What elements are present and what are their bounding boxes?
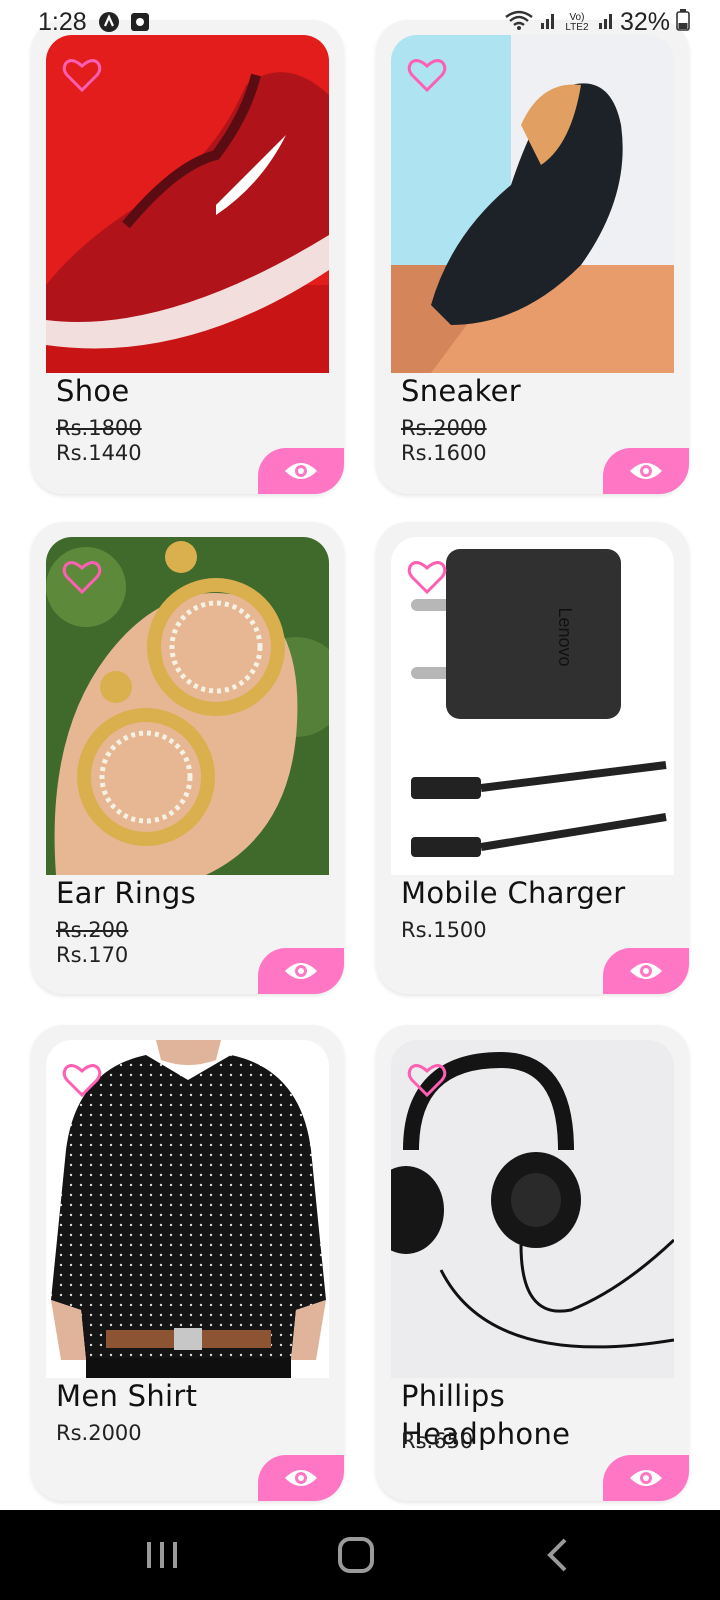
- product-price: Rs.2000: [56, 1421, 142, 1445]
- network-label: Vo) LTE2: [565, 11, 589, 33]
- battery-percent: 32%: [619, 8, 670, 36]
- heart-outline-icon[interactable]: [62, 1062, 102, 1098]
- battery-icon: [676, 9, 690, 36]
- eye-icon: [285, 463, 317, 479]
- signal-icon: [540, 10, 556, 35]
- eye-icon: [630, 1470, 662, 1486]
- app-notification-icon: [98, 11, 120, 33]
- product-name: Men Shirt: [56, 1379, 198, 1413]
- product-price: Rs.1500: [401, 918, 487, 942]
- view-button[interactable]: [603, 448, 689, 494]
- product-image-gold-earrings[interactable]: [46, 537, 329, 875]
- product-card[interactable]: Sneaker Rs.2000 Rs.1600: [376, 20, 689, 494]
- recents-icon: [147, 1542, 177, 1568]
- back-icon: [547, 1538, 567, 1572]
- product-image-black-loafer[interactable]: [391, 35, 674, 373]
- home-icon: [338, 1537, 374, 1573]
- product-card[interactable]: Phillips Headphone Rs.650: [376, 1025, 689, 1501]
- product-card[interactable]: Shoe Rs.1800 Rs.1440: [31, 20, 344, 494]
- signal-icon-2: [598, 10, 614, 35]
- view-button[interactable]: [258, 948, 344, 994]
- product-card[interactable]: Men Shirt Rs.2000: [31, 1025, 344, 1501]
- product-old-price: Rs.2000: [401, 416, 487, 440]
- product-image-headphones[interactable]: [391, 1040, 674, 1378]
- media-notification-icon: [129, 11, 151, 33]
- product-name: Mobile Charger: [401, 876, 626, 910]
- heart-outline-icon[interactable]: [407, 1062, 447, 1098]
- eye-icon: [630, 963, 662, 979]
- product-name: Sneaker: [401, 374, 522, 408]
- eye-icon: [285, 1470, 317, 1486]
- product-price: Rs.170: [56, 943, 129, 967]
- product-old-price: Rs.200: [56, 918, 129, 942]
- product-card[interactable]: Lenovo Mobile Charger Rs.1500: [376, 522, 689, 994]
- view-button[interactable]: [258, 448, 344, 494]
- heart-outline-icon[interactable]: [407, 559, 447, 595]
- product-name: Shoe: [56, 374, 130, 408]
- product-image-charger[interactable]: Lenovo: [391, 537, 674, 875]
- status-right: Vo) LTE2 32%: [504, 8, 690, 37]
- view-button[interactable]: [258, 1455, 344, 1501]
- view-button[interactable]: [603, 948, 689, 994]
- wifi-icon: [504, 9, 534, 36]
- product-image-red-sneaker[interactable]: [46, 35, 329, 373]
- product-name: Ear Rings: [56, 876, 197, 910]
- heart-outline-icon[interactable]: [407, 57, 447, 93]
- back-button[interactable]: [535, 1532, 581, 1578]
- product-price: Rs.650: [401, 1429, 474, 1453]
- product-card[interactable]: Ear Rings Rs.200 Rs.170: [31, 522, 344, 994]
- system-nav-bar: [0, 1510, 720, 1600]
- product-price: Rs.1600: [401, 441, 487, 465]
- home-button[interactable]: [333, 1532, 379, 1578]
- product-old-price: Rs.1800: [56, 416, 142, 440]
- eye-icon: [630, 463, 662, 479]
- view-button[interactable]: [603, 1455, 689, 1501]
- product-price: Rs.1440: [56, 441, 142, 465]
- heart-outline-icon[interactable]: [62, 559, 102, 595]
- status-bar: 1:28 Vo) LTE2 32%: [0, 0, 720, 44]
- eye-icon: [285, 963, 317, 979]
- product-grid: Shoe Rs.1800 Rs.1440 Sneaker Rs.2000 Rs.…: [0, 0, 720, 1510]
- status-time: 1:28: [38, 8, 87, 36]
- charger-brand-text: Lenovo: [555, 607, 575, 666]
- recents-button[interactable]: [139, 1532, 185, 1578]
- product-image-polka-shirt[interactable]: [46, 1040, 329, 1378]
- heart-outline-icon[interactable]: [62, 57, 102, 93]
